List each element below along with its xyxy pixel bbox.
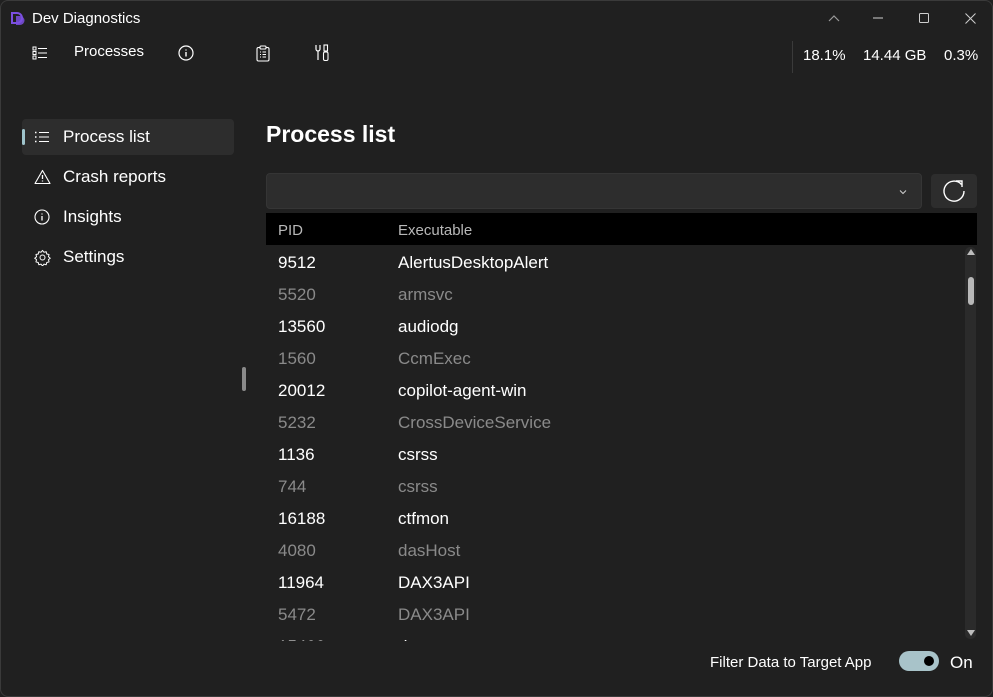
title-bar: Dev Diagnostics: [1, 1, 992, 35]
table-row[interactable]: 15400 d: [266, 631, 966, 641]
pid-cell: 15400: [278, 637, 325, 641]
process-table: PID Executable 9512 AlertusDesktopAlert 55…: [266, 213, 977, 641]
disk-usage: 0.3%: [944, 47, 979, 64]
executable-cell: CcmExec: [398, 349, 471, 368]
pid-cell: 4080: [278, 541, 316, 560]
pid-cell: 5232: [278, 413, 316, 432]
clipboard-icon: [256, 44, 270, 62]
table-row[interactable]: 16188 ctfmon: [266, 503, 966, 535]
table-row[interactable]: 1560 CcmExec: [266, 343, 966, 375]
table-header: PID Executable: [266, 213, 977, 245]
filter-toggle-label: Filter Data to Target App: [710, 654, 872, 671]
table-row[interactable]: 5232 CrossDeviceService: [266, 407, 966, 439]
sidebar-item-label: Settings: [63, 247, 125, 266]
executable-cell: audiodg: [398, 317, 459, 336]
app-window: Dev Diagnostics Processes 18.1% 14.44 GB…: [0, 0, 993, 697]
scroll-up-arrow-icon[interactable]: [967, 249, 975, 255]
pid-cell: 13560: [278, 317, 326, 336]
filter-target-app-toggle[interactable]: [899, 651, 939, 671]
clipboard-toolbar-button[interactable]: [253, 43, 273, 63]
column-header-executable[interactable]: Executable: [398, 222, 472, 239]
close-icon: [964, 12, 976, 24]
executable-cell: csrss: [398, 445, 438, 464]
pane-resize-handle[interactable]: [242, 367, 246, 391]
app-title: Dev Diagnostics: [32, 10, 141, 27]
list-icon: [33, 128, 51, 146]
toggle-state-label: On: [950, 653, 973, 672]
sidebar-item-label: Crash reports: [63, 167, 166, 186]
table-row[interactable]: 11964 DAX3API: [266, 567, 966, 599]
pid-cell: 1136: [278, 445, 315, 464]
toggle-knob: [924, 656, 934, 666]
sidebar-item-insights[interactable]: Insights: [22, 199, 234, 235]
pid-cell: 5520: [278, 285, 316, 304]
table-row[interactable]: 5520 armsvc: [266, 279, 966, 311]
table-row[interactable]: 13560 audiodg: [266, 311, 966, 343]
page-title: Process list: [266, 121, 396, 147]
executable-cell: CrossDeviceService: [398, 413, 552, 432]
executable-cell: ctfmon: [398, 509, 450, 528]
executable-cell: AlertusDesktopAlert: [398, 253, 549, 272]
collapse-button[interactable]: [811, 1, 857, 35]
executable-cell: DAX3API: [398, 605, 470, 624]
pid-cell: 9512: [278, 253, 316, 272]
tools-icon: [315, 44, 329, 62]
info-icon: [33, 208, 51, 226]
toolbar: Processes 18.1% 14.44 GB 0.3%: [1, 35, 992, 73]
maximize-button[interactable]: [901, 1, 947, 35]
executable-cell: d: [398, 637, 407, 641]
minimize-button[interactable]: [855, 1, 901, 35]
table-row[interactable]: 5472 DAX3API: [266, 599, 966, 631]
executable-cell: armsvc: [398, 285, 453, 304]
memory-usage: 14.44 GB: [863, 47, 927, 64]
pid-cell: 20012: [278, 381, 326, 400]
executable-cell: dasHost: [398, 541, 461, 560]
refresh-button[interactable]: [931, 174, 977, 208]
table-row[interactable]: 20012 copilot-agent-win: [266, 375, 966, 407]
refresh-icon: [943, 180, 965, 202]
scroll-down-arrow-icon[interactable]: [967, 630, 975, 636]
info-icon: [178, 45, 194, 61]
chevron-up-icon: [828, 15, 840, 22]
selection-indicator: [22, 129, 25, 145]
warning-icon: [33, 168, 51, 186]
pid-cell: 5472: [278, 605, 316, 624]
pid-cell: 744: [278, 477, 307, 496]
process-filter-combobox[interactable]: [266, 173, 922, 209]
pid-cell: 16188: [278, 509, 326, 528]
executable-cell: DAX3API: [398, 573, 470, 592]
process-list-toolbar-button[interactable]: [30, 43, 50, 63]
insights-toolbar-button[interactable]: [176, 43, 196, 63]
chevron-down-icon: [899, 190, 907, 195]
toolbar-divider: [792, 41, 793, 73]
pid-cell: 11964: [278, 573, 325, 592]
sidebar-item-process-list[interactable]: Process list: [22, 119, 234, 155]
list-icon: [32, 46, 47, 60]
tools-toolbar-button[interactable]: [312, 43, 332, 63]
sidebar-item-label: Process list: [63, 127, 150, 146]
scrollbar-thumb[interactable]: [968, 277, 974, 305]
table-row[interactable]: 9512 AlertusDesktopAlert: [266, 247, 966, 279]
table-row[interactable]: 4080 dasHost: [266, 535, 966, 567]
sidebar-item-settings[interactable]: Settings: [22, 239, 234, 275]
minimize-icon: [873, 17, 883, 19]
sidebar-item-label: Insights: [63, 207, 122, 226]
table-row[interactable]: 744 csrss: [266, 471, 966, 503]
executable-cell: copilot-agent-win: [398, 381, 527, 400]
sidebar-item-crash-reports[interactable]: Crash reports: [22, 159, 234, 195]
table-body: 9512 AlertusDesktopAlert 5520 armsvc 13560 au…: [266, 247, 966, 641]
app-logo-icon: [11, 12, 25, 25]
cpu-usage: 18.1%: [803, 47, 846, 64]
table-row[interactable]: 1136 csrss: [266, 439, 966, 471]
pid-cell: 1560: [278, 349, 316, 368]
column-header-pid[interactable]: PID: [278, 222, 303, 239]
current-view-label: Processes: [74, 43, 145, 60]
vertical-scrollbar[interactable]: [965, 247, 976, 639]
maximize-icon: [919, 13, 929, 23]
gear-icon: [33, 248, 51, 266]
executable-cell: csrss: [398, 477, 438, 496]
close-button[interactable]: [947, 1, 992, 35]
